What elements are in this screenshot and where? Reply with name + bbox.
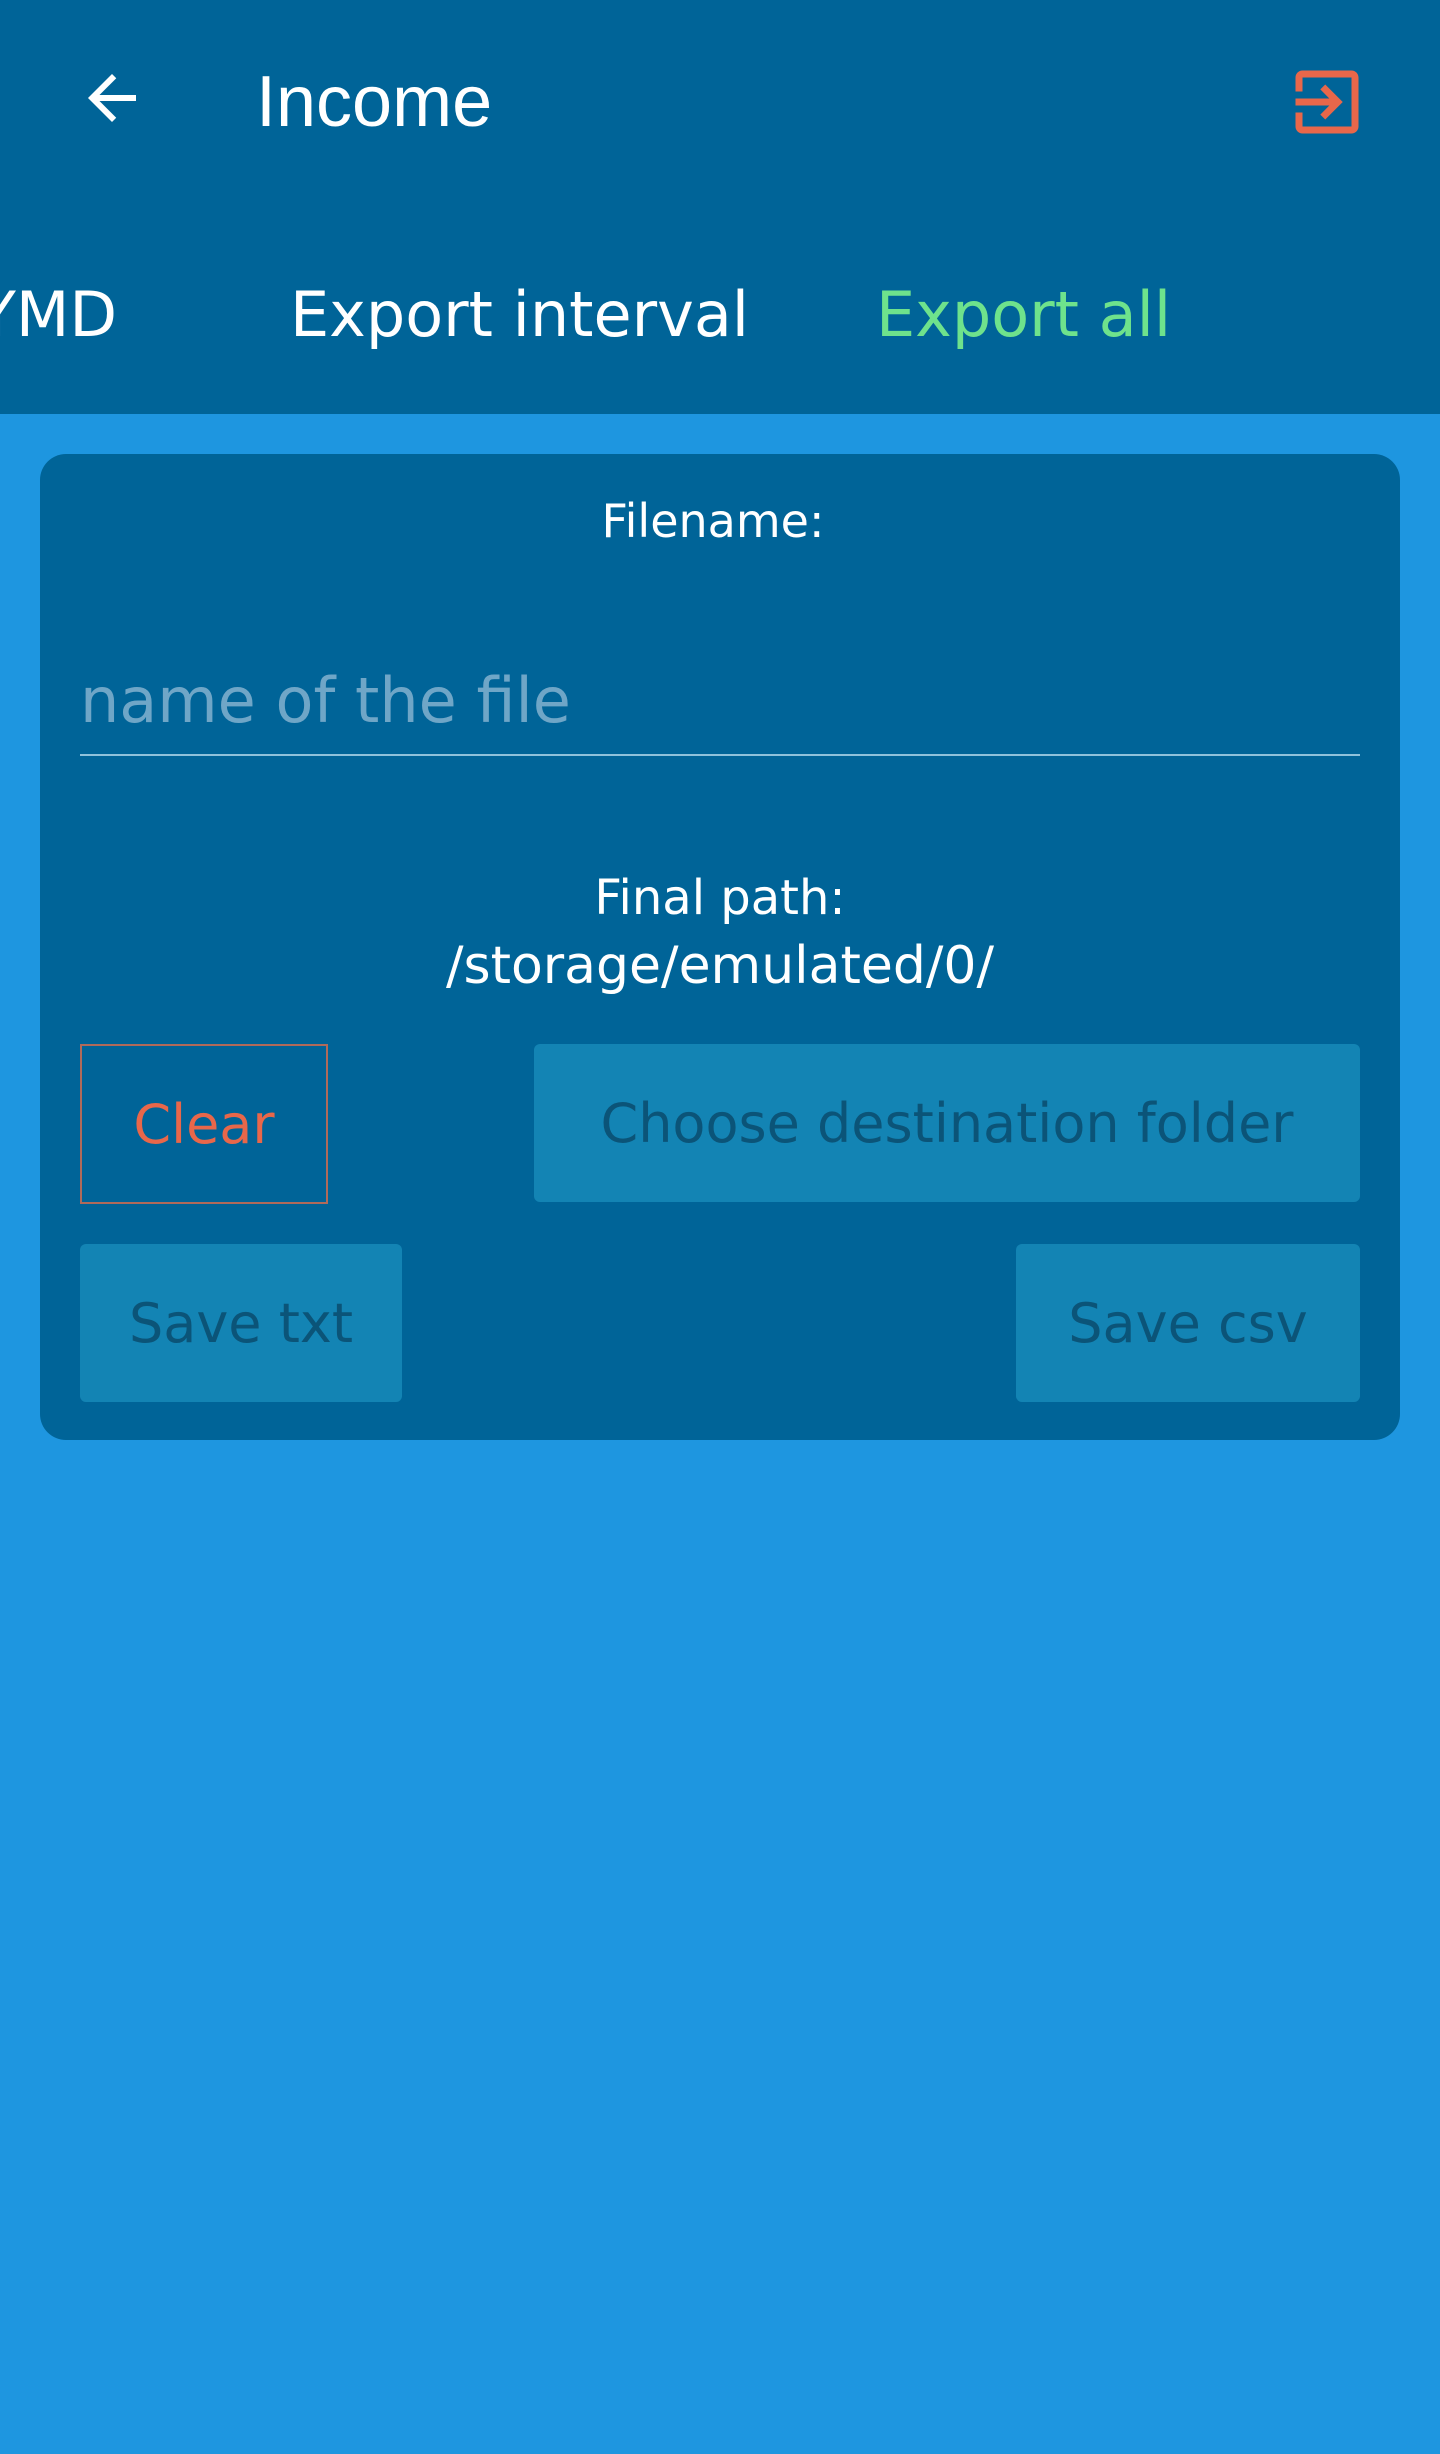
export-card: Filename: Final path: /storage/emulated/… <box>40 454 1400 1440</box>
exit-button[interactable] <box>1272 52 1382 152</box>
page-title: Income <box>256 62 493 142</box>
tab-ymd[interactable]: YMD <box>0 250 117 380</box>
arrow-left-icon <box>88 74 136 122</box>
tab-bar: YMD Export interval Export all <box>0 250 1440 380</box>
tab-export-all[interactable]: Export all <box>876 250 1171 380</box>
choose-destination-folder-button[interactable]: Choose destination folder <box>534 1044 1360 1202</box>
filename-label: Filename: <box>601 494 825 548</box>
back-button[interactable] <box>62 48 162 148</box>
app-toolbar: Income YMD Export interval Export all <box>0 0 1440 414</box>
save-txt-button[interactable]: Save txt <box>80 1244 402 1402</box>
exit-to-app-icon <box>1295 70 1359 134</box>
save-csv-button[interactable]: Save csv <box>1016 1244 1360 1402</box>
final-path-value: /storage/emulated/0/ <box>445 936 994 996</box>
filename-input[interactable] <box>80 646 1360 756</box>
final-path-label: Final path: <box>594 870 846 926</box>
clear-button[interactable]: Clear <box>80 1044 328 1204</box>
tab-export-interval[interactable]: Export interval <box>290 250 749 380</box>
